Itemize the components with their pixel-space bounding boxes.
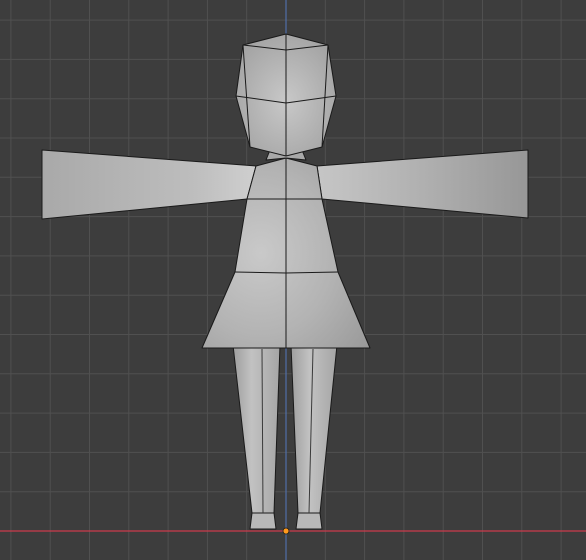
right-leg[interactable] [290, 344, 338, 514]
right-arm[interactable] [316, 149, 529, 219]
3d-viewport[interactable] [0, 0, 586, 560]
object-origin-dot[interactable] [282, 527, 290, 535]
right-foot[interactable] [295, 512, 323, 530]
viewport-canvas[interactable] [0, 0, 586, 560]
left-leg[interactable] [232, 344, 281, 514]
left-arm[interactable] [41, 149, 257, 220]
mannequin-mesh[interactable] [41, 33, 529, 530]
left-foot[interactable] [249, 512, 277, 530]
